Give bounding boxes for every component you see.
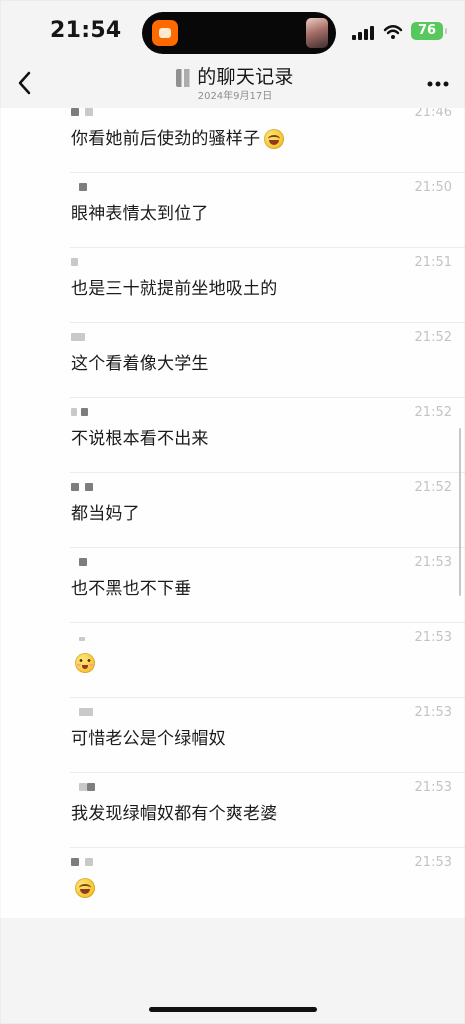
list-item: 21:53 我发现绿帽奴都有个爽老婆 — [0, 773, 465, 848]
chat-history-screen: 21:54 76 的聊天记录 2024年9月17日 21:46 你看她前后使劲的… — [0, 0, 465, 1024]
message-time: 21:50 — [414, 180, 452, 195]
laugh-emoji-icon — [264, 129, 285, 149]
back-chevron-icon — [18, 71, 31, 95]
island-media-thumbnail — [306, 18, 328, 48]
blush-emoji-icon — [75, 653, 95, 673]
chat-title-text: 的聊天记录 — [197, 66, 294, 88]
list-item: 21:50 眼神表情太到位了 — [0, 173, 465, 248]
chat-title: 的聊天记录 — [176, 66, 294, 89]
laugh-emoji-icon — [75, 878, 95, 898]
list-item: 21:46 你看她前后使劲的骚样子 — [0, 108, 465, 173]
message-text: 眼神表情太到位了 — [71, 204, 209, 224]
message-text: 也是三十就提前坐地吸土的 — [71, 279, 278, 299]
message-text: 你看她前后使劲的骚样子 — [71, 128, 285, 150]
message-time: 21:46 — [414, 108, 452, 120]
message-time: 21:52 — [414, 480, 452, 495]
status-bar: 21:54 76 — [0, 0, 465, 62]
island-app-icon — [152, 20, 178, 46]
list-item: 21:51 也是三十就提前坐地吸土的 — [0, 248, 465, 323]
message-text — [71, 878, 95, 898]
message-text: 不说根本看不出来 — [71, 429, 209, 449]
chat-message-list[interactable]: 21:46 你看她前后使劲的骚样子 21:50 眼神表情太到位了 21:51 也… — [0, 108, 465, 918]
status-time: 21:54 — [50, 18, 122, 43]
message-text: 这个看着像大学生 — [71, 354, 209, 374]
message-time: 21:52 — [414, 405, 452, 420]
message-time: 21:53 — [414, 555, 452, 570]
more-dots-icon[interactable] — [425, 74, 451, 94]
home-indicator[interactable] — [149, 1007, 317, 1012]
chat-date: 2024年9月17日 — [197, 90, 273, 102]
list-item: 21:53 也不黑也不下垂 — [0, 548, 465, 623]
message-text — [71, 653, 95, 673]
list-item: 21:52 都当妈了 — [0, 473, 465, 548]
message-time: 21:53 — [414, 780, 452, 795]
message-text: 也不黑也不下垂 — [71, 579, 192, 599]
message-time: 21:53 — [414, 855, 452, 870]
chat-title-block: 的聊天记录 2024年9月17日 — [150, 66, 320, 104]
list-item: 21:53 — [0, 623, 465, 698]
chat-header: 的聊天记录 2024年9月17日 — [0, 62, 465, 108]
list-item: 21:52 这个看着像大学生 — [0, 323, 465, 398]
message-text: 我发现绿帽奴都有个爽老婆 — [71, 804, 278, 824]
signal-icon — [352, 24, 376, 40]
battery-icon: 76 — [411, 22, 447, 40]
dynamic-island — [142, 12, 336, 54]
message-text: 可惜老公是个绿帽奴 — [71, 729, 226, 749]
message-time: 21:53 — [414, 705, 452, 720]
message-text: 都当妈了 — [71, 504, 140, 524]
list-item: 21:53 — [0, 848, 465, 918]
message-time: 21:53 — [414, 630, 452, 645]
bottom-safe-area — [0, 918, 465, 1024]
list-item: 21:53 可惜老公是个绿帽奴 — [0, 698, 465, 773]
message-time: 21:52 — [414, 330, 452, 345]
redacted-name-icon — [176, 68, 195, 87]
message-time: 21:51 — [414, 255, 452, 270]
list-item: 21:52 不说根本看不出来 — [0, 398, 465, 473]
back-button[interactable] — [12, 66, 38, 100]
wifi-icon — [383, 25, 403, 39]
